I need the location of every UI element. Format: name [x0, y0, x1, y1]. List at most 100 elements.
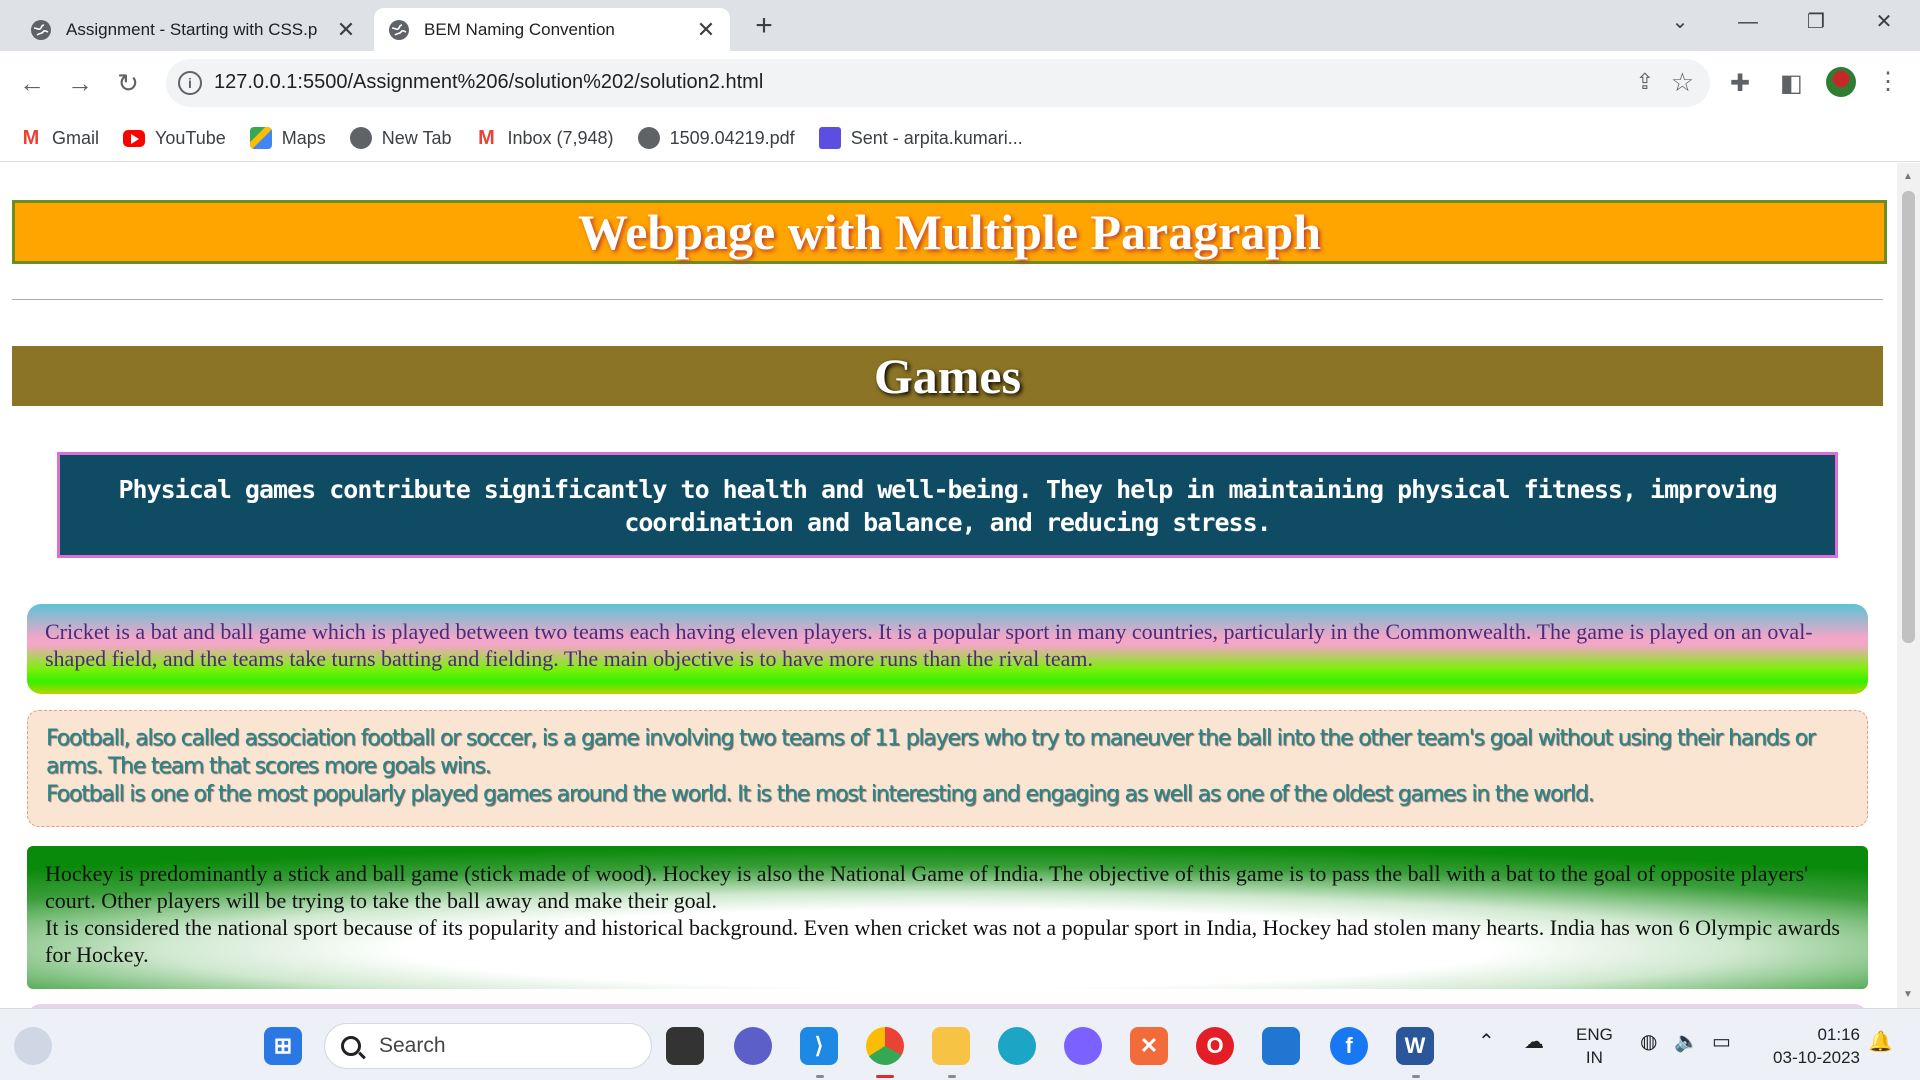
- xampp-icon[interactable]: ✕: [1130, 1027, 1168, 1065]
- new-tab-button[interactable]: +: [748, 8, 780, 44]
- active-indicator: [876, 1075, 894, 1078]
- football-paragraph: Football, also called association footba…: [27, 710, 1868, 827]
- cricket-text: Cricket is a bat and ball game which is …: [45, 619, 1813, 671]
- site-info-icon[interactable]: i: [178, 71, 202, 95]
- youtube-icon: [123, 129, 146, 147]
- show-hidden-icons[interactable]: ⌃: [1478, 1031, 1495, 1054]
- bookmark-youtube[interactable]: YouTube: [123, 128, 226, 149]
- restore-icon[interactable]: ❐: [1788, 0, 1844, 44]
- start-icon[interactable]: ⊞: [264, 1027, 302, 1065]
- maps-icon: [249, 127, 272, 149]
- extensions-icon[interactable]: ✚: [1730, 69, 1750, 98]
- bookmark-label: Inbox (7,948): [507, 127, 614, 148]
- bookmarks-bar: M Gmail YouTube Maps New Tab M Inbox (7,…: [0, 115, 1920, 162]
- tab-assignment[interactable]: Assignment - Starting with CSS.p ✕: [16, 8, 370, 51]
- page-title: Webpage with Multiple Paragraph: [12, 200, 1887, 264]
- region-code: IN: [1585, 1048, 1603, 1067]
- football-text-1: Football, also called association footba…: [46, 726, 1816, 779]
- bookmark-sent[interactable]: Sent - arpita.kumari...: [818, 127, 1023, 149]
- side-panel-icon[interactable]: ◧: [1780, 69, 1803, 98]
- store-icon[interactable]: [1262, 1027, 1300, 1065]
- menu-icon[interactable]: ⋮: [1876, 67, 1900, 96]
- page-viewport: Webpage with Multiple Paragraph Games Ph…: [0, 163, 1920, 1008]
- share-icon[interactable]: ⇪: [1636, 69, 1654, 95]
- vscode-icon[interactable]: ⟩: [800, 1027, 838, 1065]
- globe-icon: [349, 127, 372, 149]
- sent-icon: [818, 127, 841, 149]
- clock[interactable]: 01:16 03-10-2023: [1760, 1023, 1860, 1069]
- taskbar-search[interactable]: Search: [324, 1023, 652, 1069]
- search-placeholder: Search: [379, 1034, 446, 1057]
- bookmark-label: Sent - arpita.kumari...: [850, 127, 1023, 148]
- profile-avatar[interactable]: [1826, 67, 1856, 97]
- chrome-icon[interactable]: [866, 1027, 904, 1065]
- word-icon[interactable]: W: [1396, 1027, 1434, 1065]
- bookmark-label: YouTube: [155, 127, 226, 148]
- cricket-paragraph: Cricket is a bat and ball game which is …: [27, 604, 1868, 694]
- taskbar: ⊞ Search ⟩ ✕ O f W ⌃ ☁ ENG IN ◍ 🔈 ▭ 01:1…: [0, 1008, 1920, 1080]
- file-explorer-icon[interactable]: [932, 1027, 970, 1065]
- section-heading: Games: [12, 346, 1883, 406]
- task-view-icon[interactable]: [666, 1027, 704, 1065]
- intro-paragraph: Physical games contribute significantly …: [57, 452, 1838, 558]
- minimize-icon[interactable]: —: [1720, 0, 1776, 44]
- football-text-2: Football is one of the most popularly pl…: [46, 782, 1595, 807]
- running-indicator: [1412, 1075, 1420, 1078]
- globe-icon: [389, 19, 409, 40]
- onedrive-icon[interactable]: ☁: [1524, 1031, 1544, 1054]
- tab-title: BEM Naming Convention: [424, 19, 615, 39]
- edge-icon[interactable]: [998, 1027, 1036, 1065]
- bookmark-star-icon[interactable]: ☆: [1671, 67, 1694, 98]
- tab-bar: Assignment - Starting with CSS.p ✕ BEM N…: [0, 0, 1920, 51]
- hockey-text-1: Hockey is predominantly a stick and ball…: [45, 861, 1809, 913]
- bookmark-label: New Tab: [381, 127, 452, 148]
- bookmark-maps[interactable]: Maps: [249, 127, 326, 149]
- network-icon[interactable]: ◍: [1640, 1031, 1657, 1054]
- volume-icon[interactable]: 🔈: [1674, 1031, 1699, 1054]
- bookmark-gmail[interactable]: M Gmail: [20, 127, 99, 149]
- copilot-icon[interactable]: [1064, 1027, 1102, 1065]
- close-tab-icon[interactable]: ✕: [336, 17, 356, 43]
- scrollbar-thumb[interactable]: [1902, 191, 1915, 643]
- language-indicator[interactable]: ENG IN: [1576, 1023, 1613, 1069]
- search-icon: [341, 1036, 361, 1056]
- language-code: ENG: [1576, 1025, 1613, 1044]
- address-bar[interactable]: i 127.0.0.1:5500/Assignment%206/solution…: [166, 59, 1710, 107]
- page-scrollbar[interactable]: ▲ ▼: [1897, 163, 1920, 1008]
- scroll-up-icon[interactable]: ▲: [1903, 171, 1913, 182]
- bookmark-label: Maps: [281, 127, 326, 148]
- globe-icon: [31, 19, 51, 40]
- facebook-icon[interactable]: f: [1330, 1027, 1368, 1065]
- close-window-icon[interactable]: ✕: [1856, 0, 1912, 44]
- browser-toolbar: ← → ↻ i 127.0.0.1:5500/Assignment%206/so…: [0, 51, 1920, 115]
- opera-icon[interactable]: O: [1196, 1027, 1234, 1065]
- tab-search-icon[interactable]: ⌄: [1652, 0, 1708, 44]
- running-indicator: [816, 1075, 824, 1078]
- horizontal-rule: [12, 299, 1883, 300]
- tab-bem[interactable]: BEM Naming Convention ✕: [374, 8, 730, 51]
- bookmark-label: Gmail: [52, 127, 100, 148]
- clock-date: 03-10-2023: [1773, 1048, 1860, 1067]
- bookmark-new-tab[interactable]: New Tab: [349, 127, 452, 149]
- forward-icon[interactable]: →: [62, 65, 98, 101]
- globe-icon: [637, 127, 660, 149]
- reload-icon[interactable]: ↻: [110, 65, 146, 101]
- tab-title: Assignment - Starting with CSS.p: [66, 19, 318, 39]
- back-icon[interactable]: ←: [14, 65, 50, 101]
- running-indicator: [948, 1075, 956, 1078]
- clock-time: 01:16: [1817, 1025, 1860, 1044]
- url-text: 127.0.0.1:5500/Assignment%206/solution%2…: [214, 71, 764, 93]
- hockey-paragraph: Hockey is predominantly a stick and ball…: [27, 846, 1868, 989]
- battery-icon[interactable]: ▭: [1712, 1031, 1731, 1054]
- bookmark-inbox[interactable]: M Inbox (7,948): [475, 127, 613, 149]
- notifications-icon[interactable]: 🔔: [1868, 1031, 1893, 1054]
- close-tab-icon[interactable]: ✕: [696, 17, 716, 43]
- hockey-text-2: It is considered the national sport beca…: [45, 915, 1840, 967]
- bookmark-pdf[interactable]: 1509.04219.pdf: [637, 127, 795, 149]
- gmail-icon: M: [22, 127, 40, 149]
- weather-icon[interactable]: [14, 1027, 52, 1065]
- scroll-down-icon[interactable]: ▼: [1903, 989, 1913, 1000]
- bookmark-label: 1509.04219.pdf: [669, 127, 795, 148]
- gmail-icon: M: [478, 127, 495, 149]
- teams-icon[interactable]: [734, 1027, 772, 1065]
